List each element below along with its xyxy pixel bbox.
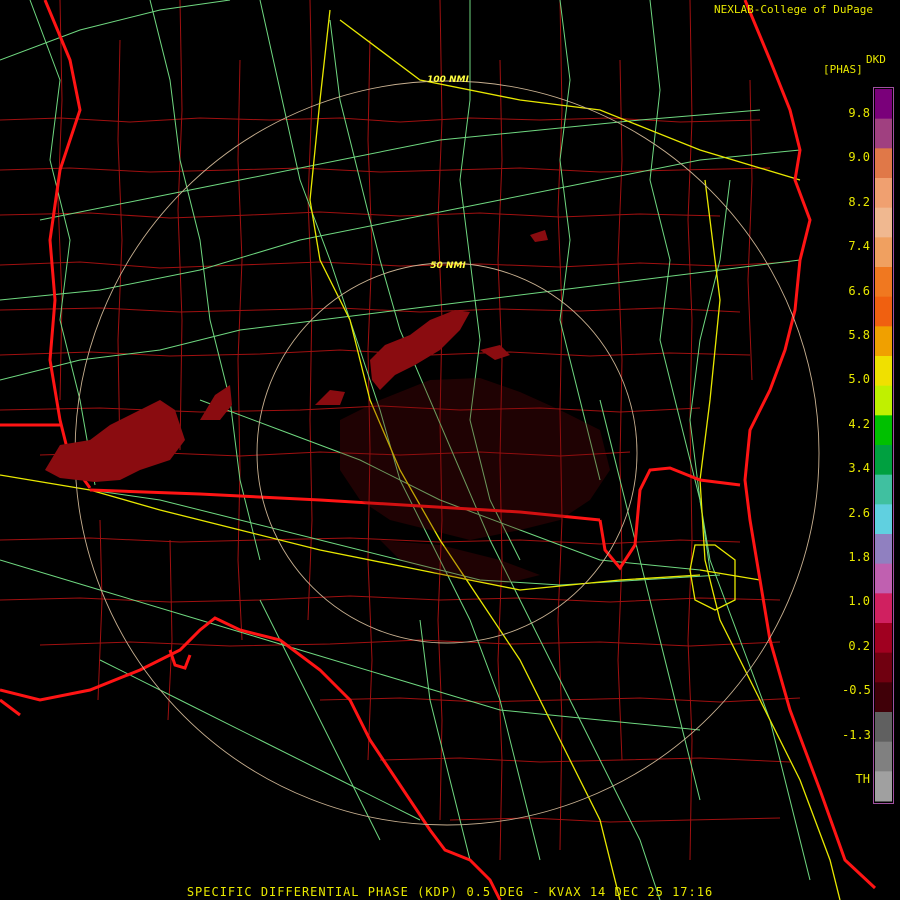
- range-ring-50-label: 50 NMI: [430, 261, 466, 271]
- range-ring-100-label: 100 NMI: [427, 75, 469, 85]
- radar-map: 100 NMI 50 NMI: [0, 0, 900, 900]
- color-scale-label: 3.4: [848, 461, 870, 476]
- color-scale-swatch: [875, 178, 892, 209]
- credit-text: NEXLAB-College of DuPage: [714, 3, 873, 16]
- color-scale-swatch: [875, 118, 892, 149]
- color-scale-label: 8.2: [848, 194, 870, 209]
- product-title: SPECIFIC DIFFERENTIAL PHASE (KDP) 0.5 DE…: [186, 885, 714, 899]
- color-scale-label: 5.8: [848, 328, 870, 342]
- color-scale-label: 7.4: [848, 239, 870, 254]
- color-scale-label: 2.6: [848, 505, 870, 520]
- color-scale-swatch: [875, 593, 892, 624]
- color-scale-swatch: [875, 623, 892, 654]
- units-sublabel: [PHAS]: [823, 63, 863, 76]
- color-scale-label: 6.6: [848, 283, 870, 298]
- color-scale-swatch: [875, 771, 892, 802]
- color-scale-label: 0.2: [848, 638, 870, 653]
- units-label: DKD: [866, 53, 886, 66]
- color-scale-label: 4.2: [848, 416, 870, 431]
- color-scale-label: -1.3: [842, 727, 871, 742]
- color-scale-swatch: [875, 356, 892, 387]
- color-scale-label: 1.8: [848, 550, 870, 564]
- color-scale-swatch: [875, 534, 892, 565]
- color-scale-label: 5.0: [848, 372, 870, 387]
- color-scale-swatch: [875, 741, 892, 772]
- color-scale-swatch: [875, 682, 892, 713]
- color-scale-swatch: [875, 326, 892, 357]
- color-scale-swatch: [875, 89, 892, 120]
- color-scale-label: TH: [855, 772, 870, 786]
- color-scale-label: 1.0: [848, 594, 870, 609]
- color-scale-swatch: [875, 267, 892, 298]
- color-scale-swatch: [875, 563, 892, 594]
- color-scale-swatch: [875, 148, 892, 179]
- color-scale-swatch: [875, 415, 892, 446]
- color-scale-label: -0.5: [842, 683, 871, 698]
- color-scale-swatch: [875, 385, 892, 416]
- color-scale-swatch: [875, 296, 892, 327]
- color-scale-swatch: [875, 652, 892, 683]
- color-scale-swatch: [875, 712, 892, 743]
- color-scale-swatch: [875, 504, 892, 535]
- color-scale-swatch: [875, 474, 892, 505]
- color-scale-label: 9.0: [848, 150, 870, 165]
- color-scale-swatch: [875, 445, 892, 476]
- color-scale-label: 9.8: [848, 106, 870, 120]
- color-scale-swatch: [875, 237, 892, 268]
- color-scale-swatch: [875, 207, 892, 238]
- color-scale: [873, 87, 894, 804]
